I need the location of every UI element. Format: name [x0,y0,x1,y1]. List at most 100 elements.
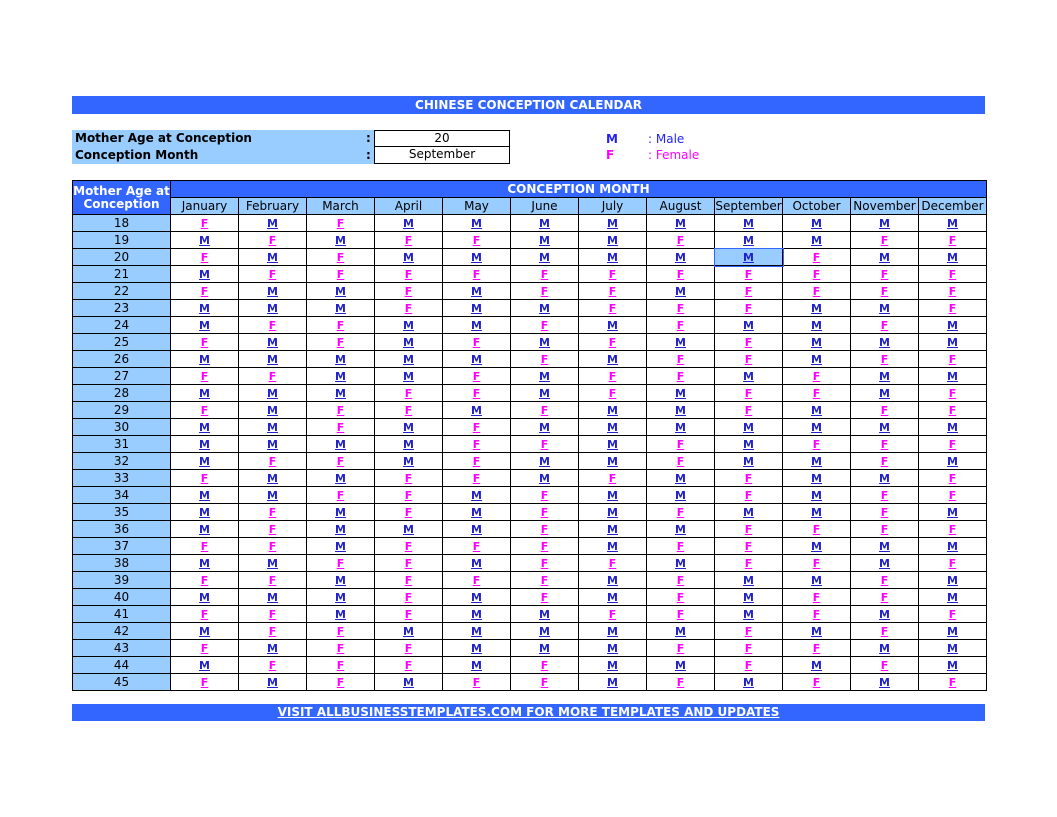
female-link[interactable]: F [881,506,889,519]
male-link[interactable]: M [539,336,550,349]
male-link[interactable]: M [335,506,346,519]
male-link[interactable]: M [267,676,278,689]
female-link[interactable]: F [881,404,889,417]
footer-link[interactable]: VISIT ALLBUSINESSTEMPLATES.COM FOR MORE … [72,704,985,721]
male-link[interactable]: M [675,472,686,485]
male-link[interactable]: M [403,455,414,468]
female-link[interactable]: F [473,438,481,451]
male-link[interactable]: M [811,574,822,587]
female-link[interactable]: F [881,438,889,451]
male-link[interactable]: M [335,540,346,553]
female-link[interactable]: F [473,336,481,349]
female-link[interactable]: F [405,268,413,281]
male-link[interactable]: M [471,302,482,315]
female-link[interactable]: F [677,353,685,366]
male-link[interactable]: M [879,540,890,553]
female-link[interactable]: F [881,285,889,298]
female-link[interactable]: F [677,268,685,281]
female-link[interactable]: F [405,387,413,400]
male-link[interactable]: M [267,421,278,434]
male-link[interactable]: M [811,302,822,315]
female-link[interactable]: F [813,285,821,298]
female-link[interactable]: F [337,557,345,570]
male-link[interactable]: M [471,591,482,604]
male-link[interactable]: M [403,625,414,638]
female-link[interactable]: F [269,540,277,553]
female-link[interactable]: F [677,540,685,553]
male-link[interactable]: M [403,251,414,264]
female-link[interactable]: F [405,608,413,621]
female-link[interactable]: F [881,489,889,502]
male-link[interactable]: M [471,557,482,570]
female-link[interactable]: F [541,506,549,519]
male-link[interactable]: M [267,557,278,570]
male-link[interactable]: M [947,421,958,434]
male-link[interactable]: M [267,438,278,451]
female-link[interactable]: F [473,455,481,468]
female-link[interactable]: F [201,251,209,264]
male-link[interactable]: M [947,506,958,519]
male-link[interactable]: M [335,302,346,315]
male-link[interactable]: M [675,285,686,298]
female-link[interactable]: F [405,506,413,519]
female-link[interactable]: F [405,234,413,247]
male-link[interactable]: M [199,455,210,468]
male-link[interactable]: M [199,387,210,400]
male-link[interactable]: M [607,421,618,434]
male-link[interactable]: M [743,421,754,434]
female-link[interactable]: F [881,234,889,247]
female-link[interactable]: F [677,574,685,587]
male-link[interactable]: M [267,404,278,417]
male-link[interactable]: M [403,370,414,383]
female-link[interactable]: F [949,676,957,689]
male-link[interactable]: M [675,557,686,570]
female-link[interactable]: F [881,523,889,536]
female-link[interactable]: F [405,591,413,604]
male-link[interactable]: M [675,387,686,400]
male-link[interactable]: M [471,319,482,332]
female-link[interactable]: F [677,676,685,689]
male-link[interactable]: M [539,625,550,638]
female-link[interactable]: F [541,523,549,536]
male-link[interactable]: M [947,251,958,264]
male-link[interactable]: M [199,353,210,366]
male-link[interactable]: M [471,523,482,536]
male-link[interactable]: M [539,251,550,264]
male-link[interactable]: M [267,217,278,230]
female-link[interactable]: F [609,336,617,349]
male-link[interactable]: M [607,234,618,247]
male-link[interactable]: M [199,591,210,604]
female-link[interactable]: F [405,285,413,298]
male-link[interactable]: M [947,540,958,553]
male-link[interactable]: M [539,421,550,434]
female-link[interactable]: F [949,268,957,281]
female-link[interactable]: F [745,489,753,502]
male-link[interactable]: M [743,608,754,621]
female-link[interactable]: F [201,642,209,655]
female-link[interactable]: F [541,319,549,332]
male-link[interactable]: M [539,608,550,621]
male-link[interactable]: M [607,217,618,230]
female-link[interactable]: F [813,676,821,689]
male-link[interactable]: M [879,387,890,400]
male-link[interactable]: M [335,285,346,298]
male-link[interactable]: M [947,642,958,655]
female-link[interactable]: F [609,285,617,298]
male-link[interactable]: M [743,574,754,587]
female-link[interactable]: F [949,557,957,570]
female-link[interactable]: F [201,217,209,230]
male-link[interactable]: M [607,625,618,638]
female-link[interactable]: F [677,506,685,519]
male-link[interactable]: M [471,489,482,502]
male-link[interactable]: M [607,404,618,417]
male-link[interactable]: M [199,489,210,502]
male-link[interactable]: M [811,659,822,672]
female-link[interactable]: F [745,540,753,553]
female-link[interactable]: F [337,659,345,672]
female-link[interactable]: F [201,472,209,485]
male-link[interactable]: M [743,251,754,264]
female-link[interactable]: F [473,370,481,383]
male-link[interactable]: M [743,591,754,604]
male-link[interactable]: M [471,506,482,519]
male-link[interactable]: M [539,234,550,247]
